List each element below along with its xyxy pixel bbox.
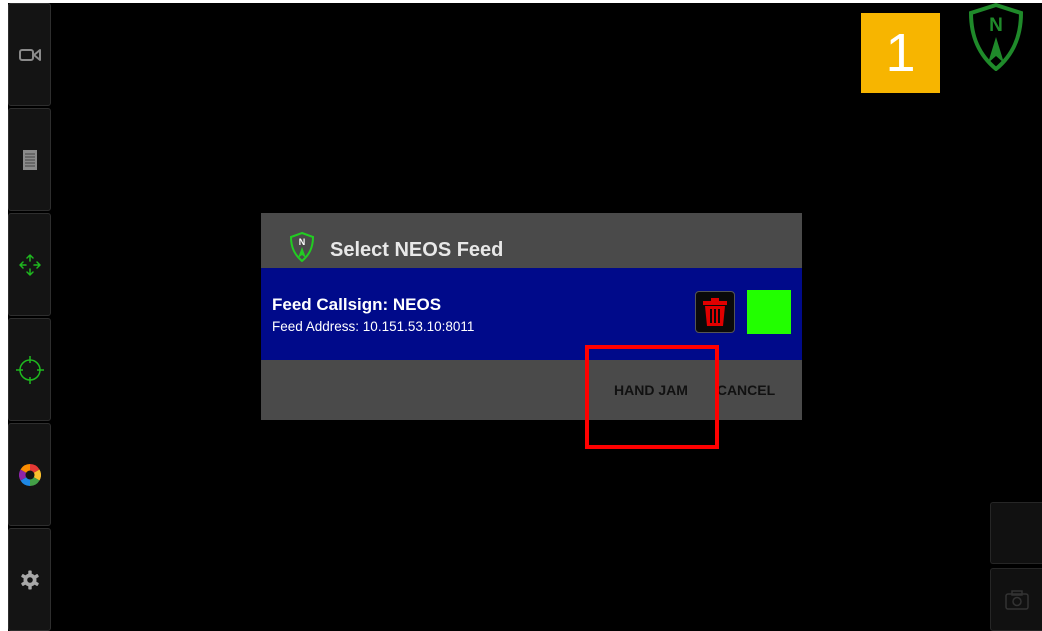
hand-jam-button[interactable]: HAND JAM: [601, 360, 701, 420]
settings-button[interactable]: [8, 528, 51, 631]
camera-capture-button[interactable]: [990, 568, 1042, 631]
feed-address: Feed Address: 10.151.53.10:8011: [272, 319, 475, 334]
dialog-header: N Select NEOS Feed: [261, 213, 802, 268]
document-list-icon: [22, 149, 37, 170]
screenshot-border-top: [0, 0, 1042, 3]
logo-letter: N: [989, 15, 1003, 36]
dialog-title: Select NEOS Feed: [330, 239, 504, 261]
document-button[interactable]: [8, 108, 51, 211]
color-button[interactable]: [8, 423, 51, 526]
delete-feed-button[interactable]: [695, 291, 735, 333]
step-number: 1: [885, 23, 916, 83]
left-toolbar: [8, 3, 51, 631]
cancel-button[interactable]: CANCEL: [711, 360, 781, 420]
logo-letter: N: [299, 237, 306, 247]
video-camera-button[interactable]: [8, 3, 51, 106]
move-button[interactable]: [8, 213, 51, 316]
move-arrows-icon: [18, 253, 41, 276]
feed-list-item[interactable]: Feed Callsign: NEOS Feed Address: 10.151…: [261, 268, 802, 360]
trash-icon: [703, 298, 727, 326]
feed-callsign: Feed Callsign: NEOS: [272, 295, 442, 314]
neos-shield-icon: N: [289, 232, 315, 262]
feed-status-indicator[interactable]: [747, 290, 791, 334]
neos-shield-icon: N: [968, 3, 1024, 71]
camera-icon: [1004, 589, 1029, 610]
video-camera-icon: [18, 48, 41, 61]
side-action-button[interactable]: [990, 502, 1042, 564]
color-wheel-icon: [18, 463, 41, 486]
select-feed-dialog: N Select NEOS Feed Feed Callsign: NEOS F…: [261, 213, 802, 420]
target-button[interactable]: [8, 318, 51, 421]
crosshair-icon: [15, 355, 44, 384]
screenshot-border-left: [0, 0, 8, 631]
step-number-badge: 1: [861, 13, 940, 93]
gear-icon: [20, 570, 39, 589]
